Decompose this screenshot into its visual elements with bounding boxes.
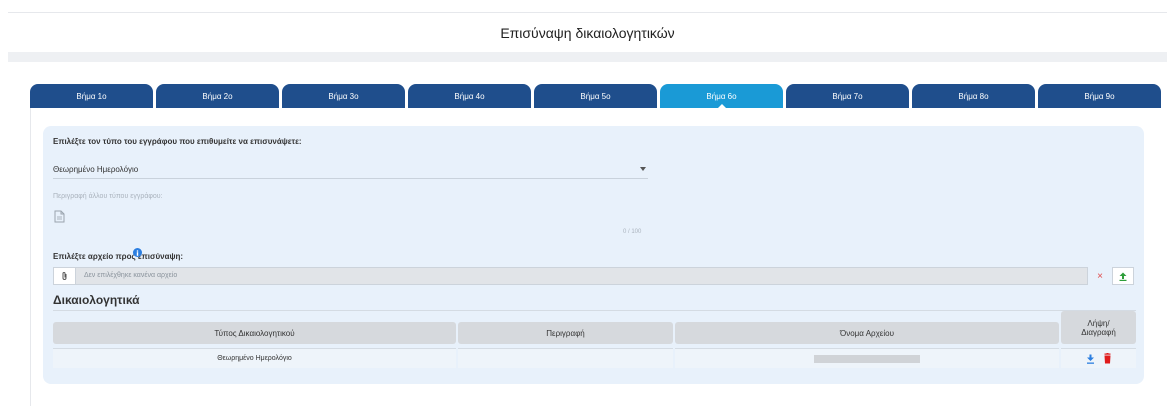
documents-divider — [53, 310, 1136, 311]
document-icon[interactable] — [54, 210, 65, 223]
page-title: Επισύναψη δικαιολογητικών — [500, 25, 675, 41]
documents-title: Δικαιολογητικά — [53, 293, 140, 307]
col-header-type: Τύπος Δικαιολογητικού — [53, 322, 456, 344]
tab-step-7[interactable]: Βήμα 7ο — [786, 84, 909, 108]
doc-type-select[interactable]: Θεωρημένο Ημερολόγιο — [53, 161, 648, 179]
tab-step-1[interactable]: Βήμα 1ο — [30, 84, 153, 108]
top-divider — [8, 12, 1167, 13]
doc-type-value: Θεωρημένο Ημερολόγιο — [53, 165, 139, 174]
caret-down-icon — [640, 167, 646, 171]
table-cell-filename — [675, 348, 1059, 368]
info-icon[interactable] — [133, 248, 142, 257]
trash-icon[interactable] — [1103, 353, 1112, 364]
char-counter: 0 / 100 — [623, 229, 642, 235]
tab-step-2[interactable]: Βήμα 2ο — [156, 84, 279, 108]
col-header-filename: Όνομα Αρχείου — [675, 322, 1059, 344]
step-tabs: Βήμα 1ο Βήμα 2ο Βήμα 3ο Βήμα 4ο Βήμα 5ο … — [30, 84, 1161, 109]
download-icon[interactable] — [1086, 354, 1095, 364]
table-cell-type: Θεωρημένο Ημερολόγιο — [53, 348, 456, 368]
table-cell-description — [458, 348, 673, 368]
content-left-border — [30, 92, 31, 406]
tab-step-4[interactable]: Βήμα 4ο — [408, 84, 531, 108]
filename-placeholder — [814, 354, 920, 363]
tab-step-6[interactable]: Βήμα 6ο — [660, 84, 783, 109]
upload-icon — [1119, 272, 1127, 281]
table-cell-actions — [1061, 348, 1136, 368]
paperclip-icon — [62, 272, 67, 280]
tab-step-8[interactable]: Βήμα 8ο — [912, 84, 1035, 108]
file-input[interactable]: Δεν επιλέχθηκε κανένα αρχείο — [76, 267, 1088, 285]
col-header-description: Περιγραφή — [458, 322, 673, 344]
clear-file-button[interactable]: × — [1091, 267, 1109, 285]
col-header-actions: Λήψη/ Διαγραφή — [1061, 311, 1136, 344]
file-label: Επιλέξτε αρχείο προς επισύναψη: — [53, 252, 184, 261]
file-picker: Δεν επιλέχθηκε κανένα αρχείο × — [53, 267, 1136, 285]
tab-step-5[interactable]: Βήμα 5ο — [534, 84, 657, 108]
tab-step-3[interactable]: Βήμα 3ο — [282, 84, 405, 108]
upload-button[interactable] — [1112, 267, 1134, 285]
doc-type-label: Επιλέξτε τον τύπο του εγγράφου που επιθυ… — [53, 137, 302, 146]
other-desc-label: Περιγραφή άλλου τύπου εγγράφου: — [53, 193, 163, 200]
page-header: Επισύναψη δικαιολογητικών — [8, 14, 1167, 52]
attach-button[interactable] — [53, 267, 76, 285]
tab-step-9[interactable]: Βήμα 9ο — [1038, 84, 1161, 108]
header-shadow — [8, 52, 1167, 62]
